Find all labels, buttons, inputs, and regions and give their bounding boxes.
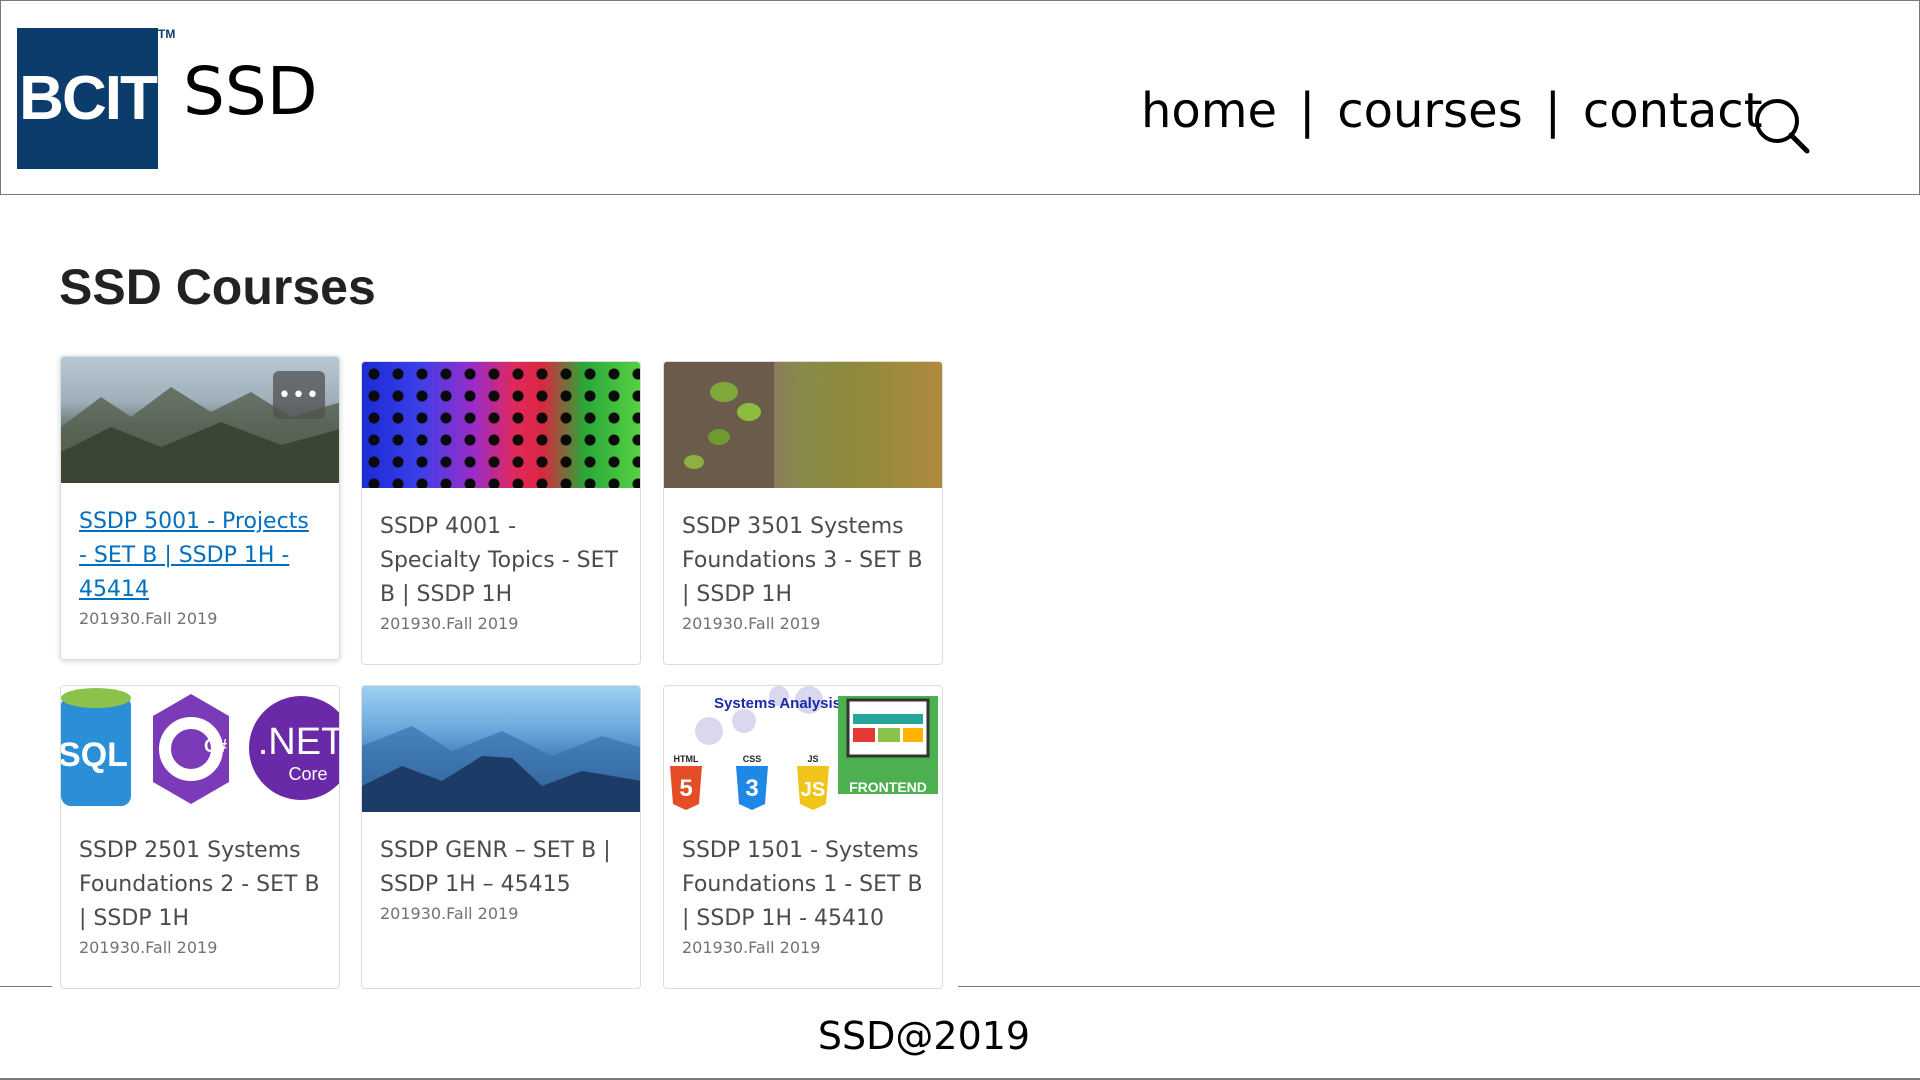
site-title: SSD — [183, 53, 318, 130]
course-term: 201930.Fall 2019 — [79, 938, 218, 957]
frontend-label: FRONTEND — [849, 779, 927, 795]
course-card[interactable]: Systems Analysis and Design FRONTEND HTM… — [663, 685, 943, 989]
nav-home-link[interactable]: home — [1141, 87, 1277, 135]
sql-csharp-dotnet-image: SQL C# .NET Core — [61, 686, 339, 812]
main-nav: home | courses | contact — [1141, 87, 1763, 135]
csharp-logo-text: C# — [204, 736, 227, 756]
sql-logo-text: SQL — [61, 736, 128, 774]
search-icon[interactable] — [1753, 97, 1811, 155]
trademark-mark: TM — [158, 27, 176, 41]
course-name[interactable]: SSDP 3501 Systems Foundations 3 - SET B … — [682, 510, 924, 612]
core-logo-text: Core — [288, 764, 327, 784]
site-header: BCIT TM SSD home | courses | contact — [0, 0, 1920, 195]
tree-leaves-image — [664, 362, 942, 488]
course-name[interactable]: SSDP GENR – SET B | SSDP 1H – 45415 — [380, 834, 622, 902]
course-card[interactable]: SSDP 3501 Systems Foundations 3 - SET B … — [663, 361, 943, 665]
nav-separator: | — [1544, 83, 1561, 139]
blue-mountains-image — [362, 686, 640, 812]
course-name[interactable]: SSDP 4001 - Specialty Topics - SET B | S… — [380, 510, 622, 612]
colored-straws-image — [362, 362, 640, 488]
css3-logo-glyph: 3 — [745, 775, 758, 802]
nav-courses-link[interactable]: courses — [1337, 87, 1522, 135]
course-term: 201930.Fall 2019 — [380, 614, 519, 633]
bcit-logo[interactable]: BCIT — [17, 28, 158, 169]
html5-logo-glyph: 5 — [679, 775, 692, 802]
course-card[interactable]: SSDP 4001 - Specialty Topics - SET B | S… — [361, 361, 641, 665]
html-label: HTML — [674, 754, 699, 764]
course-name-link[interactable]: SSDP 5001 - Projects - SET B | SSDP 1H -… — [79, 505, 321, 607]
more-options-button[interactable]: ••• — [273, 371, 325, 419]
course-card[interactable]: SQL C# .NET Core SSDP 2501 Systems Found… — [60, 685, 340, 989]
course-name[interactable]: SSDP 2501 Systems Foundations 2 - SET B … — [79, 834, 321, 936]
footer-copyright: SSD@2019 — [817, 1014, 1031, 1058]
dotnet-logo-text: .NET — [258, 721, 339, 763]
nav-separator: | — [1299, 83, 1316, 139]
footer-divider — [958, 986, 1920, 987]
js-label: JS — [807, 754, 818, 764]
footer-divider — [0, 986, 52, 987]
page-title: SSD Courses — [59, 259, 376, 315]
course-card[interactable]: SSDP GENR – SET B | SSDP 1H – 45415 2019… — [361, 685, 641, 989]
js-logo-glyph: JS — [801, 779, 825, 801]
nav-contact-link[interactable]: contact — [1583, 87, 1763, 135]
course-term: 201930.Fall 2019 — [682, 614, 821, 633]
systems-analysis-frontend-image: Systems Analysis and Design FRONTEND HTM… — [664, 686, 942, 812]
course-name[interactable]: SSDP 1501 - Systems Foundations 1 - SET … — [682, 834, 924, 936]
course-term: 201930.Fall 2019 — [682, 938, 821, 957]
course-term: 201930.Fall 2019 — [380, 904, 519, 923]
mountain-landscape-image: ••• — [61, 357, 339, 483]
css-label: CSS — [743, 754, 762, 764]
course-card[interactable]: ••• SSDP 5001 - Projects - SET B | SSDP … — [60, 356, 340, 660]
course-term: 201930.Fall 2019 — [79, 609, 218, 628]
